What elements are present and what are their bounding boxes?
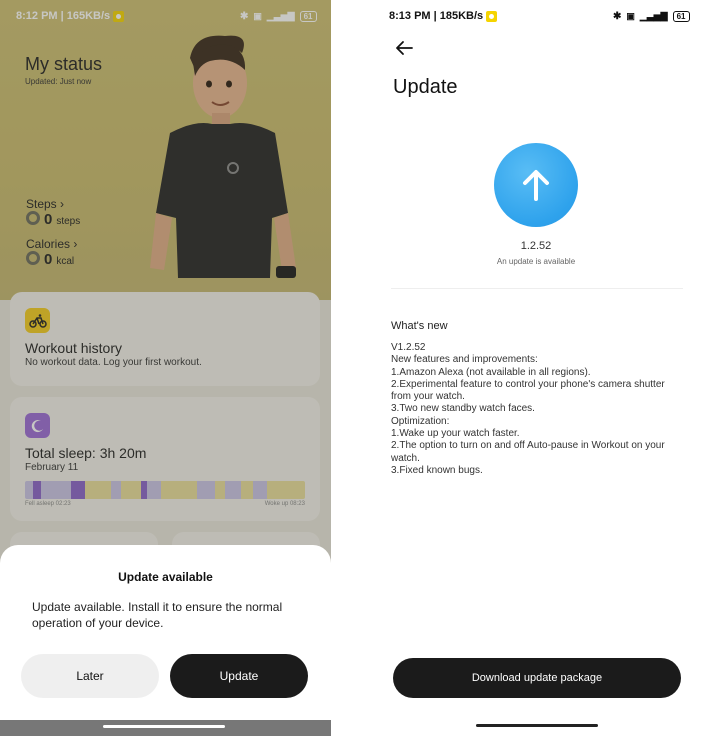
divider [391, 288, 683, 289]
battery-icon: 61 [672, 10, 690, 22]
release-note-line: New features and improvements: [391, 354, 538, 366]
update-arrow-icon [494, 143, 578, 227]
bluetooth-icon: ✱ [613, 10, 622, 22]
release-note-line: 2.The option to turn on and off Auto-pau… [391, 440, 665, 464]
vibrate-icon: ▣ [626, 10, 635, 21]
status-time: 8:13 PM | 185KB/s [389, 10, 484, 22]
nav-strip [0, 720, 331, 736]
status-bar: 8:13 PM | 185KB/s [389, 8, 498, 24]
home-indicator[interactable] [476, 724, 598, 727]
left-screen: 8:12 PM | 165KB/s ✱ ▣ ▁▃▅▇ 61 My status … [0, 0, 331, 736]
release-note-line: 3.Fixed known bugs. [391, 464, 483, 476]
status-icons: ✱ ▣ ▁▃▅▇ 61 [613, 8, 690, 24]
release-note-line: 1.Amazon Alexa (not available in all reg… [391, 366, 591, 378]
release-note-line: 1.Wake up your watch faster. [391, 428, 520, 440]
release-note-line: 3.Two new standby watch faces. [391, 403, 535, 415]
release-note-line: Optimization: [391, 415, 450, 427]
update-dialog: Update available Update available. Insta… [0, 545, 331, 736]
signal-icon: ▁▃▅▇ [639, 10, 668, 21]
download-update-button[interactable]: Download update package [393, 658, 681, 698]
page-title: Update [393, 76, 458, 98]
dialog-message: Update available. Install it to ensure t… [32, 600, 283, 630]
update-status: An update is available [496, 257, 576, 266]
notification-icon [486, 10, 498, 22]
back-arrow-icon[interactable] [394, 38, 414, 58]
right-screen: 8:13 PM | 185KB/s ✱ ▣ ▁▃▅▇ 61 Update 1.2… [331, 0, 728, 736]
dialog-title: Update available [118, 570, 213, 584]
update-button[interactable]: Update [170, 654, 308, 698]
release-note-line: V1.2.52 [391, 342, 426, 353]
home-indicator[interactable] [103, 725, 225, 728]
later-button[interactable]: Later [21, 654, 159, 698]
whats-new-heading: What's new [391, 320, 448, 332]
release-notes: V1.2.52 New features and improvements: 1… [391, 342, 681, 477]
version-number: 1.2.52 [520, 240, 552, 252]
release-note-line: 2.Experimental feature to control your p… [391, 378, 665, 403]
